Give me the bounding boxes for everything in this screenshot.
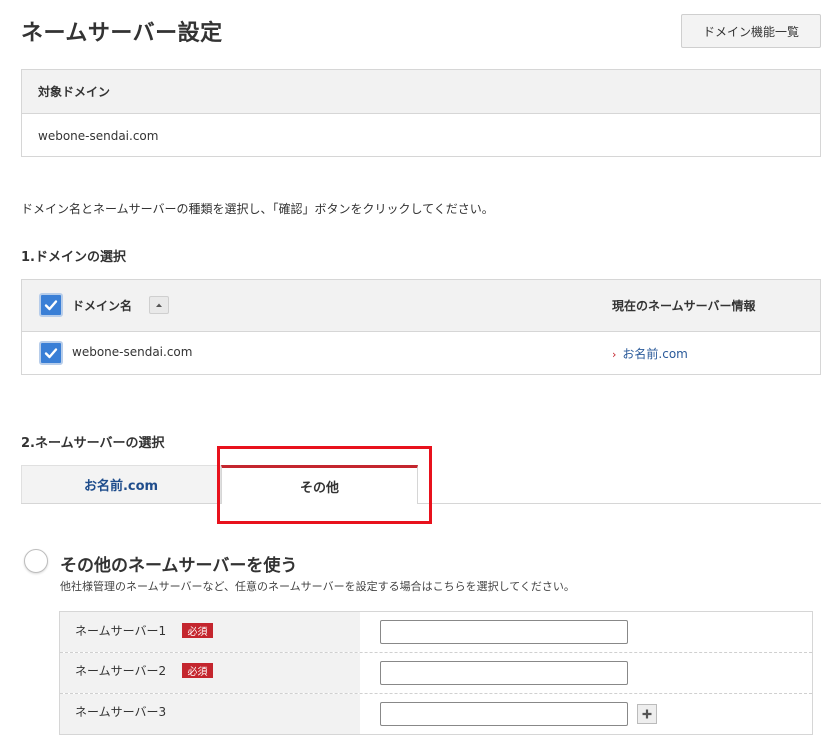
row-current-ns[interactable]: › お名前.com bbox=[612, 345, 688, 362]
target-domain-value: webone-sendai.com bbox=[38, 128, 159, 143]
nameserver-row-3: ネームサーバー3 bbox=[60, 694, 812, 734]
chevron-right-icon: › bbox=[612, 348, 617, 361]
target-domain-box: 対象ドメイン webone-sendai.com bbox=[21, 69, 821, 157]
other-ns-option-title: その他のネームサーバーを使う bbox=[60, 556, 298, 576]
nameserver-row-2: ネームサーバー2 必須 bbox=[60, 653, 812, 693]
add-nameserver-button[interactable] bbox=[637, 704, 657, 724]
plus-icon bbox=[642, 709, 652, 719]
other-ns-radio[interactable] bbox=[24, 549, 48, 573]
tab-onamae[interactable]: お名前.com bbox=[21, 465, 221, 503]
required-badge: 必須 bbox=[182, 623, 213, 638]
domain-table: ドメイン名 現在のネームサーバー情報 webone-sendai.com › お名… bbox=[21, 279, 821, 375]
nameserver-table: ネームサーバー1 必須 ネームサーバー2 必須 ネームサーバー3 bbox=[59, 611, 813, 735]
column-current-ns: 現在のネームサーバー情報 bbox=[612, 299, 756, 313]
highlight-box bbox=[217, 446, 432, 524]
table-row: webone-sendai.com › お名前.com bbox=[22, 332, 820, 375]
section-domain-select-heading: 1.ドメインの選択 bbox=[21, 250, 126, 265]
row-domain-name: webone-sendai.com bbox=[72, 345, 193, 359]
instruction-text: ドメイン名とネームサーバーの種類を選択し、「確認」ボタンをクリックしてください。 bbox=[21, 202, 494, 216]
other-ns-option-description: 他社様管理のネームサーバーなど、任意のネームサーバーを設定する場合はこちらを選択… bbox=[60, 580, 575, 593]
checkbox-checked-icon bbox=[44, 300, 58, 311]
domain-functions-button[interactable]: ドメイン機能一覧 bbox=[681, 14, 821, 48]
page-title: ネームサーバー設定 bbox=[21, 21, 223, 46]
nameserver-3-label: ネームサーバー3 bbox=[75, 705, 167, 719]
required-badge: 必須 bbox=[182, 663, 213, 678]
select-all-checkbox[interactable] bbox=[39, 293, 63, 317]
nameserver-1-input[interactable] bbox=[380, 620, 628, 644]
nameserver-row-1: ネームサーバー1 必須 bbox=[60, 612, 812, 652]
sort-up-icon bbox=[156, 303, 162, 307]
checkbox-checked-icon bbox=[44, 348, 58, 359]
section-ns-select-heading: 2.ネームサーバーの選択 bbox=[21, 436, 165, 451]
target-domain-header: 対象ドメイン bbox=[22, 70, 820, 114]
column-domain-name: ドメイン名 bbox=[72, 299, 133, 313]
nameserver-2-label: ネームサーバー2 bbox=[75, 664, 167, 678]
nameserver-3-input[interactable] bbox=[380, 702, 628, 726]
nameserver-1-label: ネームサーバー1 bbox=[75, 624, 167, 638]
sort-button[interactable] bbox=[149, 296, 169, 314]
row-checkbox[interactable] bbox=[39, 341, 63, 365]
current-ns-link[interactable]: お名前.com bbox=[622, 347, 687, 361]
nameserver-2-input[interactable] bbox=[380, 661, 628, 685]
domain-table-header: ドメイン名 現在のネームサーバー情報 bbox=[22, 280, 820, 332]
